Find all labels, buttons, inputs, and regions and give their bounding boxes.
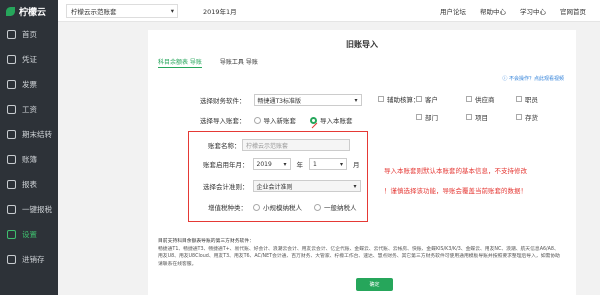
import-label: 选择导入账套： xyxy=(200,117,246,125)
start-date-row: 账套启用年月： 2019 ▾ 年 1 ▾ 月 xyxy=(203,158,360,170)
vat-row: 增值税种类： 小规模纳税人 一般纳税人 xyxy=(208,203,357,212)
period-label: 2019年1月 xyxy=(203,7,237,16)
app-logo-text: 柠檬云 xyxy=(19,7,47,18)
sidebar-item-report[interactable]: 报表 xyxy=(0,172,58,197)
start-month-select[interactable]: 1 ▾ xyxy=(309,158,347,170)
lemon-leaf-icon xyxy=(6,6,15,16)
tab-bar: 科目余额表 导账 导账工具 导账 xyxy=(158,57,258,68)
start-year-select[interactable]: 2019 ▾ xyxy=(252,158,291,170)
radio-import-new[interactable] xyxy=(253,116,261,124)
top-bar: 柠檬云示范账套 ▾ 2019年1月 用户论坛 帮助中心 学习中心 官网首页 xyxy=(58,0,600,22)
salary-icon xyxy=(7,105,16,114)
radio-vat-general[interactable] xyxy=(314,203,321,211)
software-label: 选择财务软件： xyxy=(200,97,246,105)
report-icon xyxy=(7,180,16,189)
aux-customer[interactable]: 客户 xyxy=(416,94,466,104)
standard-select[interactable]: 企业会计准则 ▾ xyxy=(252,180,361,192)
link-learning[interactable]: 学习中心 xyxy=(520,6,546,16)
sidebar-item-invoice[interactable]: 发票 xyxy=(0,72,58,97)
account-name-row: 账套名称： 柠檬云示范账套 xyxy=(208,139,350,151)
tab-balance-import[interactable]: 科目余额表 导账 xyxy=(158,57,202,68)
sidebar-item-home[interactable]: 首页 xyxy=(0,22,58,47)
top-links: 用户论坛 帮助中心 学习中心 官网首页 xyxy=(440,6,600,16)
sidebar-item-settings[interactable]: 设置 xyxy=(0,222,58,247)
chevron-down-icon: ▾ xyxy=(283,160,287,168)
page-title: 旧账导入 xyxy=(346,40,378,49)
main-content: 旧账导入 科目余额表 导账 导账工具 导账 ⓘ 不会操作？点此观看视频 选择财务… xyxy=(148,30,576,295)
chevron-down-icon: ▾ xyxy=(354,96,358,104)
account-name-label: 账套名称： xyxy=(208,142,241,150)
link-homepage[interactable]: 官网首页 xyxy=(560,6,586,16)
support-heading: 目前支持科目余额表导账的第三方财务软件： xyxy=(158,239,254,244)
support-note: 目前支持科目余额表导账的第三方财务软件： 畅捷通T1、畅捷通T3、畅捷通T+、易… xyxy=(158,238,563,268)
start-date-label: 账套启用年月： xyxy=(203,161,249,169)
settings-icon xyxy=(7,230,16,239)
company-selector[interactable]: 柠檬云示范账套 ▾ xyxy=(66,3,178,18)
standard-label: 选择会计准则： xyxy=(203,183,249,191)
sidebar: 柠檬云 首页 凭证 发票 工资 期末结转 账簿 报表 一键报税 设置 进销存 xyxy=(0,0,58,295)
sidebar-nav: 首页 凭证 发票 工资 期末结转 账簿 报表 一键报税 设置 进销存 xyxy=(0,22,58,272)
support-text: 畅捷通T1、畅捷通T3、畅捷通T+、易代账、好会计、浪潮云会计、用友云会计、亿企… xyxy=(158,246,560,267)
tab-tool-import[interactable]: 导账工具 导账 xyxy=(220,57,258,68)
invoice-icon xyxy=(7,80,16,89)
software-row: 选择财务软件： 畅捷通T3标准版 ▾ xyxy=(200,94,362,106)
link-forum[interactable]: 用户论坛 xyxy=(440,6,466,16)
standard-row: 选择会计准则： 企业会计准则 ▾ xyxy=(203,180,361,192)
sidebar-item-closing[interactable]: 期末结转 xyxy=(0,122,58,147)
red-note-2: ！谨慎选择该功能，导账会覆盖当前账套的数据！ xyxy=(384,187,527,195)
inventory-icon xyxy=(7,255,16,264)
aux-project[interactable]: 项目 xyxy=(466,112,516,122)
radio-vat-small[interactable] xyxy=(253,203,260,211)
voucher-icon xyxy=(7,55,16,64)
closing-icon xyxy=(7,130,16,139)
aux-options: 客户 供应商 职员 部门 项目 存货 xyxy=(416,94,566,122)
sidebar-item-tax[interactable]: 一键报税 xyxy=(0,197,58,222)
link-help[interactable]: 帮助中心 xyxy=(480,6,506,16)
aux-checkbox[interactable] xyxy=(378,96,384,102)
confirm-button[interactable]: 确定 xyxy=(356,278,393,291)
info-icon: ⓘ xyxy=(502,76,509,82)
ledger-icon xyxy=(7,155,16,164)
chevron-down-icon: ▾ xyxy=(353,182,357,190)
software-select[interactable]: 畅捷通T3标准版 ▾ xyxy=(253,94,362,106)
sidebar-item-inventory[interactable]: 进销存 xyxy=(0,247,58,272)
chevron-down-icon: ▾ xyxy=(339,160,343,168)
aux-staff[interactable]: 职员 xyxy=(516,94,566,104)
import-row: 选择导入账套： 导入新账套 导入本账套 xyxy=(200,116,353,125)
home-icon xyxy=(7,30,16,39)
chevron-down-icon: ▾ xyxy=(170,6,174,15)
video-help-link[interactable]: ⓘ 不会操作？点此观看视频 xyxy=(502,75,564,82)
tax-icon xyxy=(7,205,16,214)
vat-label: 增值税种类： xyxy=(208,204,247,212)
app-logo[interactable]: 柠檬云 xyxy=(0,0,58,22)
sidebar-item-voucher[interactable]: 凭证 xyxy=(0,47,58,72)
aux-row: 辅助核算： xyxy=(378,94,420,104)
aux-department[interactable]: 部门 xyxy=(416,112,466,122)
aux-supplier[interactable]: 供应商 xyxy=(466,94,516,104)
aux-stock[interactable]: 存货 xyxy=(516,112,566,122)
sidebar-item-ledger[interactable]: 账簿 xyxy=(0,147,58,172)
red-note-1: 导入本账套则默认本账套的基本信息，不支持修改 xyxy=(384,167,527,175)
account-name-input[interactable]: 柠檬云示范账套 xyxy=(242,139,350,151)
sidebar-item-salary[interactable]: 工资 xyxy=(0,97,58,122)
